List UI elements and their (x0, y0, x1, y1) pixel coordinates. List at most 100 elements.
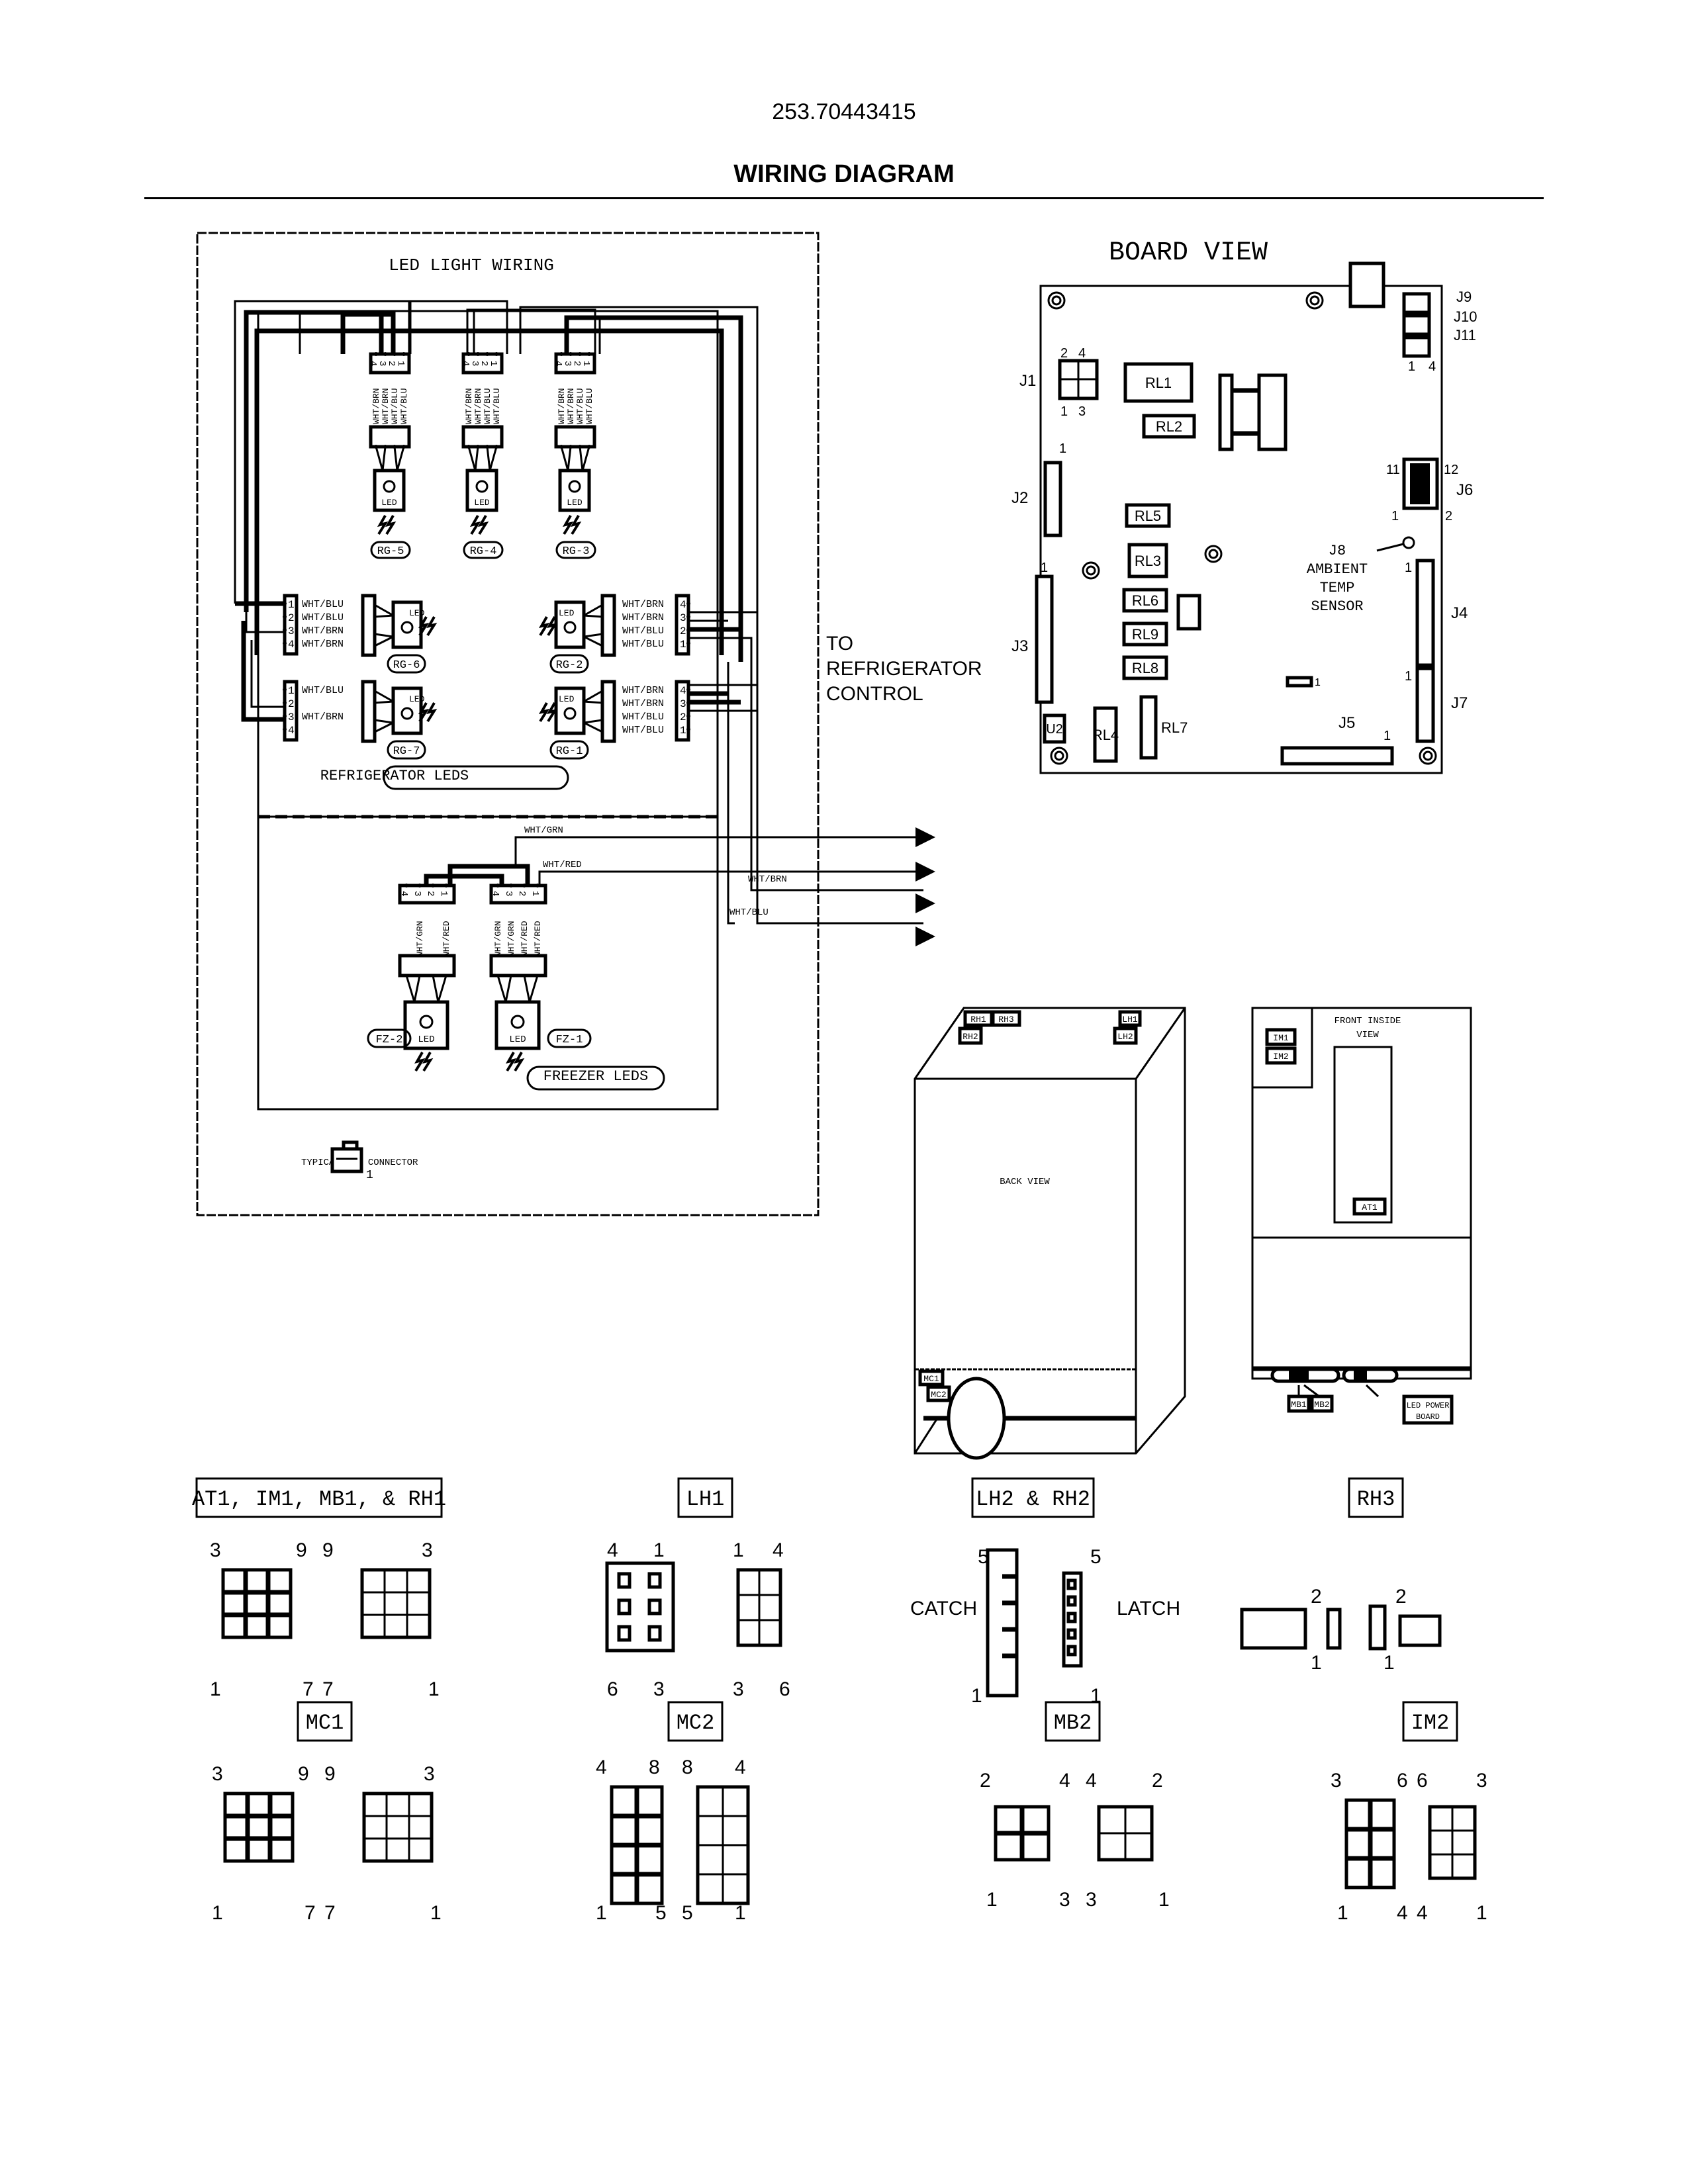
led-module: 4 WHT/BRN 3 WHT/BRN 2 WHT/BLU 1 WHT/BLU LED RG-4 (460, 352, 504, 559)
j5-connector (1280, 746, 1394, 766)
pin-number: 7 (324, 1902, 336, 1924)
top-led-group: 4WHT/BRN3WHT/BRN2WHT/BLU1WHT/BLULEDRG-54… (367, 352, 596, 559)
pin-number: 2 (386, 361, 397, 366)
j11-pin: 4 (1429, 359, 1436, 374)
wire-color-label: WHT/RED (533, 921, 543, 957)
led-text: LED (567, 498, 583, 508)
led-text: LED (409, 608, 425, 618)
led-panel-title: LED LIGHT WIRING (389, 255, 554, 275)
j9-connector (1402, 292, 1431, 314)
pin-number: 1 (428, 1678, 440, 1700)
pin-number: 1 (288, 599, 295, 611)
j4-connector (1415, 559, 1435, 667)
compressor (947, 1377, 1006, 1460)
led-power-board-label: LED POWER (1407, 1401, 1450, 1410)
relay-label: RL3 (1135, 553, 1161, 569)
wire-color-label: WHT/BLU (302, 685, 344, 696)
pin-number: 4 (773, 1539, 784, 1561)
pin-number: 4 (1397, 1902, 1408, 1924)
led-plug (361, 594, 377, 657)
pin-number: 3 (288, 625, 295, 637)
led-light-wiring-panel: LED LIGHT WIRING 4 WHT/BRN 3 WHT/BRN 2 WHT/BL… (196, 232, 935, 1216)
j7-connector (1415, 666, 1435, 743)
location-tag-label: MB1 (1291, 1400, 1307, 1410)
pin-number: 2 (479, 361, 489, 366)
connector-title: AT1, IM1, MB1, & RH1 (192, 1487, 446, 1512)
mounting-holes (1047, 291, 1437, 765)
j5-pin: 1 (1383, 729, 1391, 743)
board-power-connector (1348, 261, 1385, 308)
wire-color-label: WHT/BLU (492, 388, 502, 424)
led-text: LED (559, 694, 575, 704)
back-view-label: BACK VIEW (1000, 1177, 1050, 1187)
relay-group: RL1 RL2 RL5 RL3 RL6 RL9 RL8 RL4 RL7 (1092, 362, 1196, 763)
pin-number: 4 (367, 361, 378, 366)
pin-number: 1 (680, 725, 686, 737)
led-icon (419, 1015, 434, 1029)
connector-detail: MC1 3 9 1 7 9 3 7 1 (212, 1701, 442, 1924)
led-icon (475, 480, 489, 493)
pin-number: 4 (607, 1539, 618, 1561)
u2-label: U2 (1046, 722, 1063, 737)
led-icon (400, 707, 414, 720)
pin-number: 4 (399, 891, 409, 896)
front-view-label: FRONT INSIDE (1335, 1016, 1401, 1026)
location-tag-label: LH2 (1117, 1032, 1133, 1042)
j1-label: J1 (1019, 372, 1036, 390)
pin-number: 1 (596, 1902, 607, 1924)
output-wire-label: WHT/BRN (748, 874, 787, 885)
pin-number: 3 (503, 891, 514, 896)
wire-color-label: WHT/BLU (302, 612, 344, 623)
wire-color-label: WHT/BRN (302, 639, 344, 650)
led-plug (398, 954, 456, 978)
pin-number: 3 (412, 891, 422, 896)
pin-number: 2 (1311, 1586, 1322, 1608)
sensor-label: SENSOR (1311, 598, 1363, 615)
led-icon (563, 621, 577, 634)
pin-number: 3 (422, 1539, 433, 1561)
light-rays-icon (377, 514, 395, 535)
led-id: RG-6 (393, 659, 420, 672)
pin-number: 7 (322, 1678, 334, 1700)
wire-color-label: WHT/BRN (371, 388, 381, 424)
pin-number: 5 (1090, 1546, 1102, 1568)
led-icon (383, 480, 396, 493)
relay-label: RL7 (1161, 719, 1188, 736)
connector-title: RH3 (1357, 1487, 1395, 1512)
pin-number: 1 (210, 1678, 221, 1700)
connector-detail: AT1, IM1, MB1, & RH1 3 9 1 7 9 3 7 1 (192, 1477, 446, 1700)
location-tag-label: IM2 (1273, 1052, 1288, 1062)
relay-label: RL2 (1156, 418, 1182, 435)
led-module: 4 WHT/BRN 3 WHT/BRN 2 WHT/BLU 1 WHT/BLU LED RG-2 (539, 594, 690, 674)
pin-number: 1 (735, 1902, 746, 1924)
j11-label: J11 (1454, 327, 1476, 343)
pin-number: 1 (1311, 1652, 1322, 1674)
relay-label: RL5 (1135, 508, 1161, 524)
j7-pin: 1 (1405, 669, 1412, 684)
wire-color-label: WHT/BRN (381, 388, 391, 424)
wire-color-label: WHT/BRN (473, 388, 483, 424)
j1-pin: 4 (1078, 346, 1086, 361)
pin-number: 3 (680, 698, 686, 710)
pin-number: 2 (1395, 1586, 1407, 1608)
j10-connector (1402, 314, 1431, 336)
board-chip (1176, 594, 1201, 631)
wire-color-label: WHT/BLU (622, 639, 664, 650)
led-text: LED (381, 498, 397, 508)
wire-color-label: WHT/BLU (622, 711, 664, 723)
wire-color-label: WHT/BLU (585, 388, 594, 424)
connector-title: LH2 & RH2 (976, 1487, 1090, 1512)
pin-number: 2 (425, 891, 436, 896)
j3-label: J3 (1011, 637, 1028, 655)
pin-number: 1 (212, 1902, 223, 1924)
led-icon (400, 621, 414, 634)
led-id: RG-7 (393, 745, 420, 758)
j2-label: J2 (1011, 489, 1028, 507)
led-module: 1 WHT/BLU 23 WHT/BRN 4 LED RG-7 (283, 680, 436, 760)
pin-number: 3 (424, 1763, 435, 1785)
pin-number: 3 (469, 361, 480, 366)
wire-color-label: WHT/BLU (399, 388, 409, 424)
pin-number: 1 (1383, 1652, 1395, 1674)
pin-number: 7 (303, 1678, 314, 1700)
j1-pin: 1 (1060, 404, 1068, 419)
